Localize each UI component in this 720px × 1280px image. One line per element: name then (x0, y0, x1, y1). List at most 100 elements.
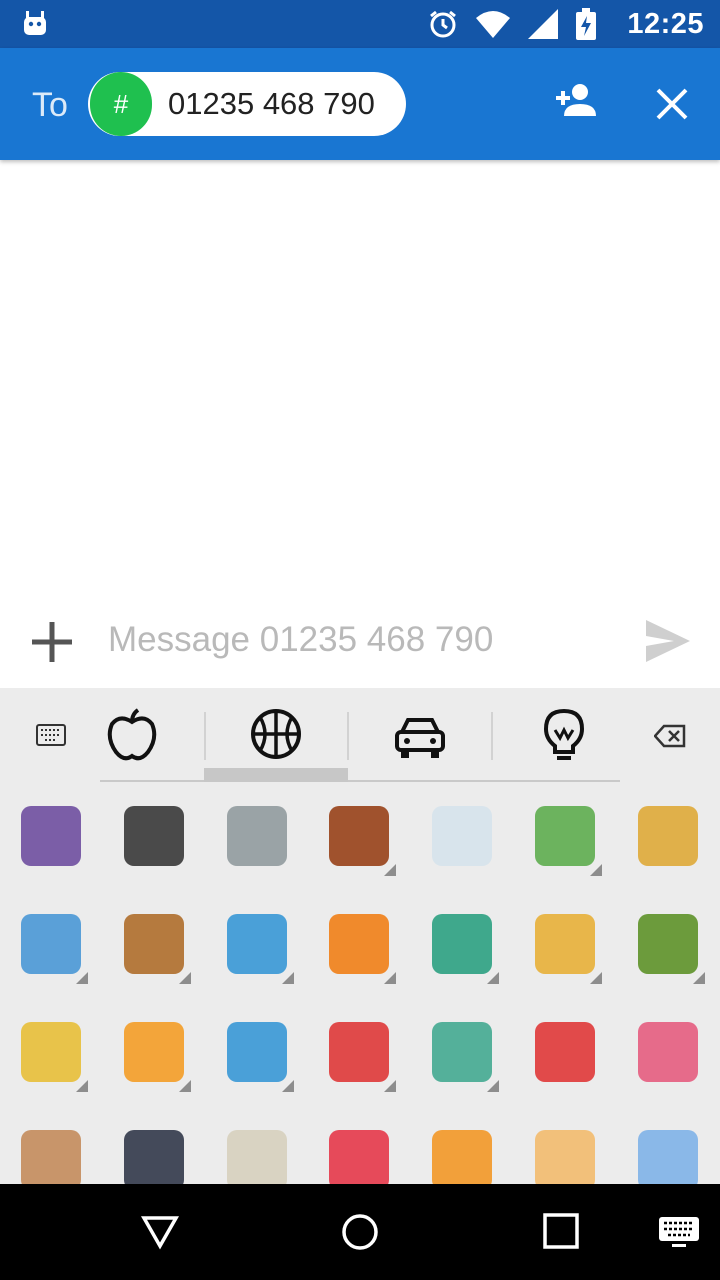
tab-separator (204, 712, 206, 760)
emoji-glyph (637, 1130, 698, 1184)
conversation-area (0, 160, 720, 600)
emoji-glyph (226, 1130, 287, 1184)
skin-tone-variant-indicator (178, 1080, 191, 1092)
emoji-glyph (432, 806, 493, 866)
emoji-glyph (21, 914, 81, 974)
slot-machine-emoji[interactable] (103, 1112, 205, 1184)
alien-monster-emoji[interactable] (0, 788, 102, 888)
basketball-icon[interactable] (250, 708, 302, 765)
car-icon[interactable] (394, 714, 446, 765)
emoji-glyph (123, 1022, 184, 1082)
person-bouncing-ball-emoji[interactable] (308, 896, 410, 996)
emoji-glyph (21, 806, 81, 866)
skin-tone-variant-indicator (692, 972, 705, 984)
snowboarder-emoji[interactable] (514, 788, 616, 888)
recents-square-icon[interactable] (542, 1212, 580, 1255)
keyboard-switch-icon[interactable] (658, 1216, 700, 1253)
bicyclist-emoji[interactable] (514, 896, 616, 996)
person-in-steamy-room-emoji[interactable] (206, 1112, 308, 1184)
recipient-chip[interactable]: # 01235 468 790 (88, 72, 406, 136)
person-add-icon[interactable] (552, 82, 598, 123)
person-doing-cartwheel-emoji[interactable] (0, 1004, 102, 1104)
ticket-emoji[interactable] (514, 1112, 616, 1184)
plus-icon[interactable] (28, 618, 76, 671)
fencer-emoji[interactable] (206, 788, 308, 888)
tab-separator (347, 712, 349, 760)
emoji-category-tabs (0, 688, 720, 784)
horse-racing-emoji[interactable] (308, 788, 410, 888)
tabs-underline (100, 780, 620, 782)
skin-tone-variant-indicator (178, 972, 191, 984)
tab-separator (491, 712, 493, 760)
emoji-glyph (123, 806, 184, 866)
emoji-glyph (637, 914, 698, 974)
send-icon[interactable] (644, 620, 692, 667)
emoji-glyph (329, 914, 390, 974)
surfer-emoji[interactable] (0, 896, 102, 996)
mountain-bicyclist-emoji[interactable] (617, 896, 719, 996)
wrestlers-emoji[interactable] (103, 1004, 205, 1104)
keyboard-icon[interactable] (36, 724, 66, 751)
emoji-glyph (226, 806, 287, 866)
skin-tone-variant-indicator (384, 972, 397, 984)
skin-tone-variant-indicator (590, 864, 602, 876)
navigation-bar (0, 1184, 720, 1280)
clock-time: 12:25 (627, 8, 704, 40)
emoji-glyph (329, 1022, 390, 1082)
back-triangle-icon[interactable] (140, 1212, 180, 1257)
recipient-bar: To # 01235 468 790 (0, 48, 720, 160)
emoji-glyph (21, 1022, 81, 1082)
close-icon[interactable] (650, 82, 694, 131)
skin-tone-variant-indicator (76, 972, 88, 984)
weight-lifter-emoji[interactable] (411, 896, 513, 996)
skin-tone-variant-indicator (590, 972, 602, 984)
emoji-glyph (226, 1022, 287, 1082)
juggling-emoji[interactable] (411, 1004, 513, 1104)
emoji-glyph (637, 806, 698, 866)
man-in-business-suit-levitating-emoji[interactable] (103, 788, 205, 888)
contact-avatar: # (90, 72, 152, 136)
admission-tickets-emoji[interactable] (411, 1112, 513, 1184)
android-robot-icon (22, 9, 48, 42)
recipient-number: 01235 468 790 (168, 86, 375, 121)
backspace-icon[interactable] (653, 724, 686, 753)
compose-bar: Message 01235 468 790 (0, 600, 720, 688)
home-circle-icon[interactable] (340, 1212, 380, 1257)
skin-tone-variant-indicator (384, 1080, 397, 1092)
emoji-glyph (535, 1022, 595, 1082)
message-input[interactable]: Message 01235 468 790 (108, 620, 493, 660)
performing-arts-emoji[interactable] (617, 1004, 719, 1104)
emoji-glyph (329, 1130, 390, 1184)
skin-tone-variant-indicator (281, 1080, 294, 1092)
skin-tone-variant-indicator (384, 864, 397, 876)
swimmer-emoji[interactable] (206, 896, 308, 996)
reminder-ribbon-emoji[interactable] (308, 1112, 410, 1184)
handball-emoji[interactable] (308, 1004, 410, 1104)
emoji-glyph (535, 806, 595, 866)
status-bar: 12:25 (0, 0, 720, 48)
emoji-glyph (637, 1022, 698, 1082)
skin-tone-variant-indicator (76, 1080, 88, 1092)
emoji-glyph (123, 1130, 184, 1184)
rowboat-emoji[interactable] (103, 896, 205, 996)
apple-icon[interactable] (106, 708, 158, 769)
wifi-icon (476, 10, 510, 43)
emoji-glyph (432, 1022, 493, 1082)
selected-tab-indicator (204, 768, 348, 782)
water-polo-emoji[interactable] (206, 1004, 308, 1104)
emoji-glyph (432, 914, 493, 974)
lightbulb-icon[interactable] (542, 708, 586, 769)
emoji-glyph (21, 1130, 81, 1184)
skin-tone-variant-indicator (281, 972, 294, 984)
military-medal-emoji[interactable] (617, 1112, 719, 1184)
artist-palette-emoji[interactable] (0, 1112, 102, 1184)
skin-tone-variant-indicator (487, 972, 500, 984)
skin-tone-variant-indicator (487, 1080, 500, 1092)
to-label: To (32, 86, 68, 124)
signal-icon (528, 9, 558, 44)
golfer-emoji[interactable] (617, 788, 719, 888)
emoji-keyboard (0, 688, 720, 1184)
circus-tent-emoji[interactable] (514, 1004, 616, 1104)
skier-emoji[interactable] (411, 788, 513, 888)
emoji-glyph (535, 914, 595, 974)
